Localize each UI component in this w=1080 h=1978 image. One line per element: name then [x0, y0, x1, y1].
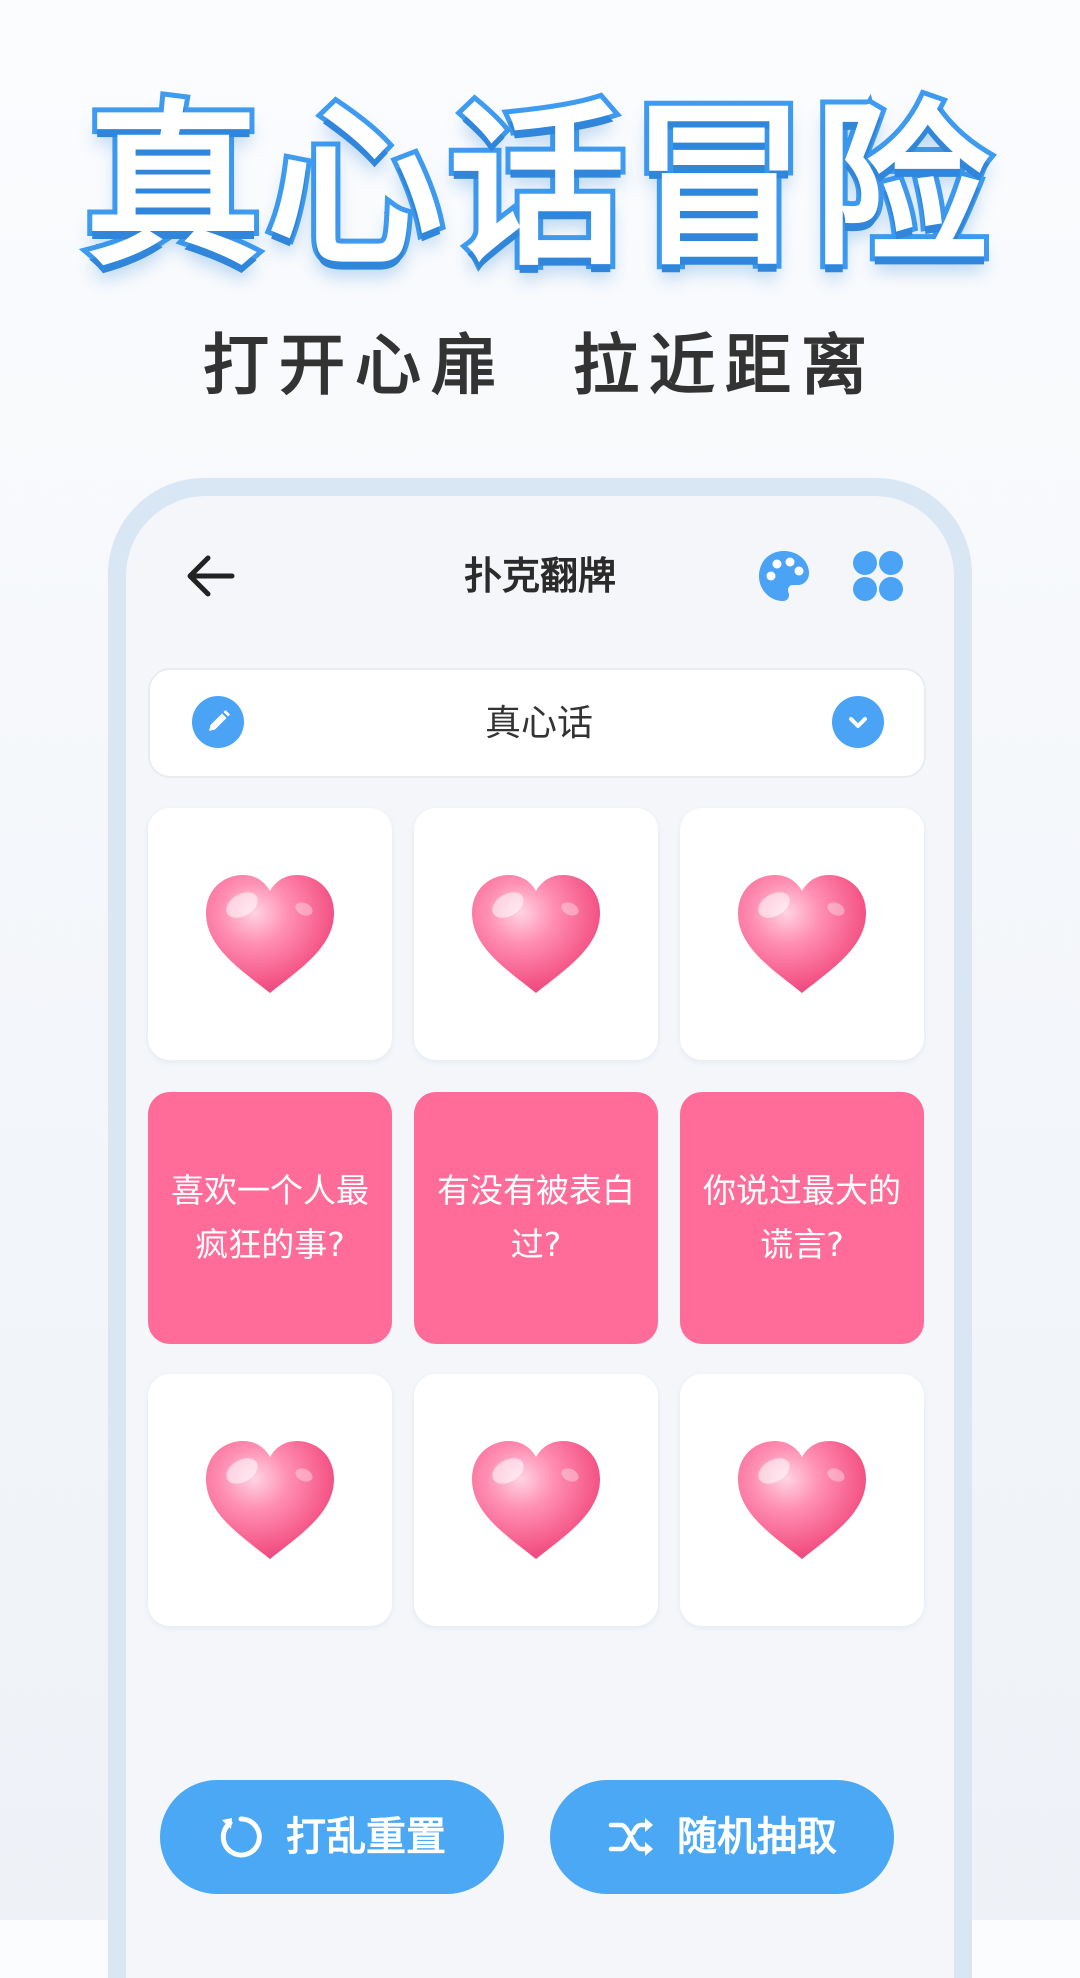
card[interactable]: [414, 1374, 658, 1626]
palette-icon: [759, 551, 809, 601]
heart-icon: [206, 875, 334, 993]
menu-grid-button[interactable]: [850, 548, 906, 604]
heart-icon: [206, 1441, 334, 1559]
shuffle-icon: [608, 1818, 653, 1856]
card[interactable]: 喜欢一个人最疯狂的事?: [148, 1092, 392, 1344]
arrow-left-icon: [187, 555, 235, 597]
promo-title: 真心话冒险: [80, 85, 995, 290]
heart-icon: [738, 875, 866, 993]
theme-button[interactable]: [756, 548, 812, 604]
page-title: 扑克翻牌: [463, 554, 616, 598]
shuffle-reset-label: 打乱重置: [286, 1814, 446, 1860]
category-dropdown-button[interactable]: [832, 696, 884, 748]
category-label: 真心话: [484, 703, 593, 744]
random-draw-button[interactable]: 随机抽取: [550, 1780, 894, 1894]
card-question: 有没有被表白过?: [437, 1171, 635, 1264]
edit-category-button[interactable]: [192, 696, 244, 748]
grid-icon: [853, 551, 903, 601]
card[interactable]: [680, 808, 924, 1060]
card[interactable]: [680, 1374, 924, 1626]
category-selector[interactable]: 真心话: [148, 668, 926, 778]
random-draw-label: 随机抽取: [677, 1814, 837, 1860]
card-grid: 喜欢一个人最疯狂的事? 有没有被表白过? 你说过最大的谎言?: [148, 808, 926, 1628]
card[interactable]: 你说过最大的谎言?: [680, 1092, 924, 1344]
card[interactable]: [148, 808, 392, 1060]
card-question: 喜欢一个人最疯狂的事?: [171, 1171, 369, 1264]
heart-icon: [738, 1441, 866, 1559]
card[interactable]: [148, 1374, 392, 1626]
pencil-icon: [209, 710, 230, 731]
promo-subtitle: 打开心扉 拉近距离: [203, 327, 877, 404]
app-screen: 扑克翻牌 真心话 喜欢一个人最疯狂的事? 有没有被表白过? 你说过最大的谎言? …: [126, 496, 954, 1978]
heart-icon: [472, 1441, 600, 1559]
card-question: 你说过最大的谎言?: [703, 1171, 901, 1264]
phone-frame: 扑克翻牌 真心话 喜欢一个人最疯狂的事? 有没有被表白过? 你说过最大的谎言? …: [108, 478, 972, 1978]
card[interactable]: 有没有被表白过?: [414, 1092, 658, 1344]
card[interactable]: [414, 808, 658, 1060]
heart-icon: [472, 875, 600, 993]
refresh-icon: [220, 1816, 262, 1858]
shuffle-reset-button[interactable]: 打乱重置: [160, 1780, 504, 1894]
app-bar: 扑克翻牌: [126, 496, 954, 636]
chevron-down-icon: [849, 717, 867, 728]
back-button[interactable]: [178, 544, 242, 608]
